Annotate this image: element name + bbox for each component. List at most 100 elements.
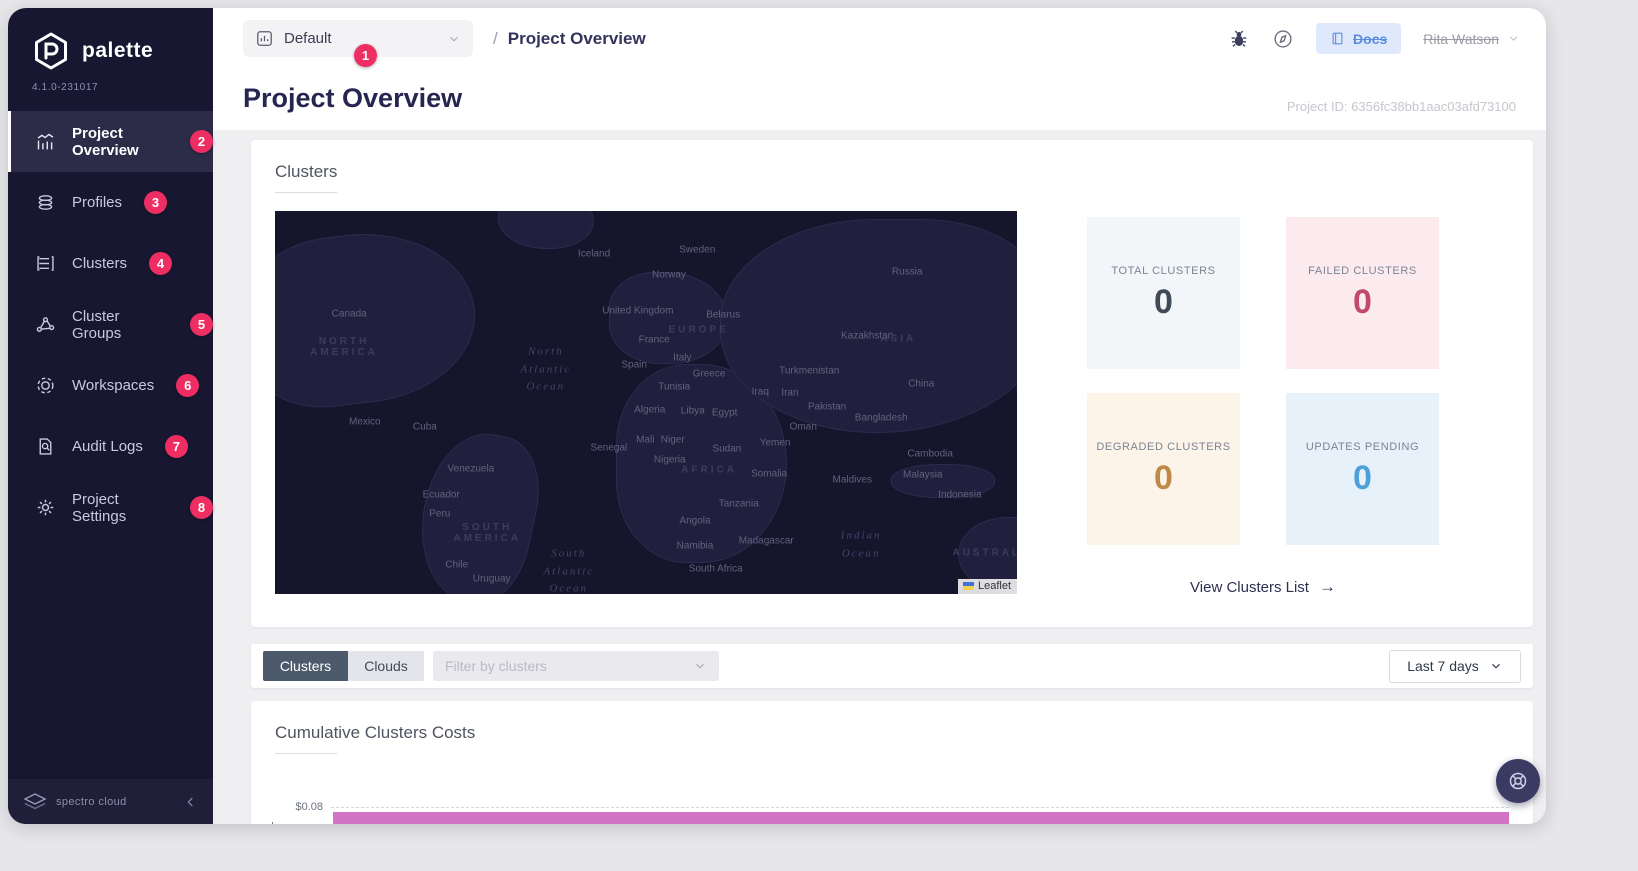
stat-value: 0 xyxy=(1154,282,1173,321)
sidebar-item-profiles[interactable]: Profiles 3 xyxy=(8,172,213,233)
landmass xyxy=(497,211,595,250)
time-range-value: Last 7 days xyxy=(1407,658,1479,674)
bar-chart-icon xyxy=(37,133,54,150)
landmass xyxy=(890,463,995,499)
sidebar-item-workspaces[interactable]: Workspaces 6 xyxy=(8,355,213,416)
orbit-icon xyxy=(37,377,54,394)
arrow-right-icon: → xyxy=(1318,577,1336,596)
stat-label: FAILED CLUSTERS xyxy=(1308,264,1417,277)
sidebar-item-label: Workspaces xyxy=(72,377,155,394)
project-id: Project ID: 6356fc38bb1aac03afd73100 xyxy=(1286,99,1516,114)
sidebar-item-cluster-groups[interactable]: Cluster Groups 5 xyxy=(8,294,213,355)
stat-failed-clusters: FAILED CLUSTERS 0 xyxy=(1286,217,1439,369)
annotation-badge: 7 xyxy=(164,435,188,458)
annotation-badge: 2 xyxy=(190,130,213,153)
sidebar-item-audit-logs[interactable]: Audit Logs 7 xyxy=(8,416,213,477)
help-button[interactable] xyxy=(1272,28,1294,50)
clusters-card-body: Leaflet Iceland Sweden Norway Russia Canada U… xyxy=(275,211,1509,597)
filter-bar: Clusters Clouds Filter by clusters Last … xyxy=(251,644,1533,688)
project-icon xyxy=(257,31,272,46)
project-selector-value: Default xyxy=(284,30,332,47)
time-range-select[interactable]: Last 7 days xyxy=(1389,649,1521,683)
leaflet-attribution[interactable]: Leaflet xyxy=(957,579,1017,594)
clusters-card: Clusters Leaflet Iceland Sweden Norway R… xyxy=(251,140,1533,627)
palette-hex-logo-icon xyxy=(35,32,67,70)
sidebar-collapse-button[interactable] xyxy=(183,794,199,810)
title-underline xyxy=(275,192,337,193)
view-clusters-list-label: View Clusters List xyxy=(1190,578,1309,596)
sidebar-item-clusters[interactable]: Clusters 4 xyxy=(8,233,213,294)
sidebar-item-project-settings[interactable]: Project Settings 8 xyxy=(8,477,213,538)
cumulative-costs-card: Cumulative Clusters Costs COST $0.08 $0.… xyxy=(251,701,1533,824)
chevron-down-icon xyxy=(1509,36,1518,41)
audit-log-icon xyxy=(39,438,52,455)
annotation-badge: 8 xyxy=(190,496,213,519)
sidebar-item-label: Cluster Groups xyxy=(72,307,122,342)
list-icon xyxy=(37,256,54,271)
stat-value: 0 xyxy=(1353,282,1372,321)
chevron-down-icon xyxy=(447,32,461,46)
sidebar-nav: Project Overview 2 Profiles 3 Clusters 4 xyxy=(8,111,213,538)
docs-label: Docs xyxy=(1353,30,1388,47)
chart-gridline xyxy=(331,807,1509,808)
title-underline xyxy=(275,753,337,754)
docs-button[interactable]: Docs xyxy=(1316,23,1402,54)
costs-chart: COST $0.08 $0.06 xyxy=(270,788,1509,824)
annotation-badge: 1 xyxy=(354,44,377,67)
chart-y-axis-label: COST xyxy=(270,821,282,824)
stat-value: 0 xyxy=(1154,458,1173,497)
stat-value: 0 xyxy=(1353,458,1372,497)
gear-icon xyxy=(37,499,54,516)
app-name: palette xyxy=(82,39,154,62)
app-version: 4.1.0-231017 xyxy=(32,82,99,93)
map-label-country: Mexico xyxy=(348,416,381,428)
map-label-country: Maldives xyxy=(832,474,872,486)
tab-clusters[interactable]: Clusters xyxy=(263,651,348,681)
stat-total-clusters: TOTAL CLUSTERS 0 xyxy=(1087,217,1240,369)
user-menu[interactable]: Rita Watson xyxy=(1423,31,1520,47)
book-icon xyxy=(1332,32,1343,45)
annotation-badge: 4 xyxy=(149,252,173,275)
stat-degraded-clusters: DEGRADED CLUSTERS 0 xyxy=(1087,393,1240,545)
sidebar: palette 4.1.0-231017 Project Overview 2 … xyxy=(8,8,213,824)
spectro-cloud-brand: spectro cloud xyxy=(56,795,127,808)
map-label-country: Cuba xyxy=(412,421,437,433)
spectro-cloud-logo-icon xyxy=(23,792,47,809)
stat-updates-pending: UPDATES PENDING 0 xyxy=(1286,393,1439,545)
map-label-country: Cambodia xyxy=(907,448,953,460)
breadcrumb-current[interactable]: Project Overview xyxy=(508,29,646,49)
y-tick-008: $0.08 xyxy=(295,801,323,813)
layers-icon xyxy=(38,195,53,210)
chart-area-series xyxy=(333,812,1509,824)
annotation-badge: 6 xyxy=(176,374,200,397)
sidebar-item-label: Profiles xyxy=(72,194,123,211)
annotation-badge: 5 xyxy=(190,313,213,336)
user-name: Rita Watson xyxy=(1423,30,1499,47)
bug-report-button[interactable] xyxy=(1228,28,1250,50)
page-title: Project Overview xyxy=(243,83,463,113)
palette-logo: palette xyxy=(8,8,213,72)
filter-by-clusters-select[interactable]: Filter by clusters xyxy=(433,651,719,681)
sidebar-item-project-overview[interactable]: Project Overview 2 xyxy=(8,111,213,172)
chevron-down-icon xyxy=(1491,663,1500,669)
leaflet-label: Leaflet xyxy=(977,580,1011,592)
landmass xyxy=(608,272,728,365)
sidebar-item-label: Project Overview xyxy=(72,124,139,159)
tab-clouds[interactable]: Clouds xyxy=(348,651,424,681)
compass-icon xyxy=(1274,29,1292,48)
help-beacon-button[interactable] xyxy=(1496,759,1540,803)
stat-label: TOTAL CLUSTERS xyxy=(1111,264,1216,277)
page-content: Clusters Leaflet Iceland Sweden Norway R… xyxy=(213,130,1546,824)
stats-grid: TOTAL CLUSTERS 0 FAILED CLUSTERS 0 DEGRA… xyxy=(1087,217,1439,545)
costs-card-title: Cumulative Clusters Costs xyxy=(275,723,476,742)
clusters-clouds-toggle: Clusters Clouds xyxy=(263,651,424,681)
view-clusters-list-link[interactable]: View Clusters List → xyxy=(1190,577,1336,597)
project-selector[interactable]: Default 1 xyxy=(243,20,473,67)
world-map[interactable]: Leaflet Iceland Sweden Norway Russia Canada U… xyxy=(275,211,1017,594)
sidebar-footer: spectro cloud xyxy=(8,779,213,824)
map-label-ocean: South Atlantic Ocean xyxy=(543,547,595,594)
app-window: palette 4.1.0-231017 Project Overview 2 … xyxy=(8,8,1546,824)
ukraine-flag-icon xyxy=(962,582,974,590)
chevron-left-icon xyxy=(187,797,193,806)
stat-label: DEGRADED CLUSTERS xyxy=(1096,440,1231,453)
